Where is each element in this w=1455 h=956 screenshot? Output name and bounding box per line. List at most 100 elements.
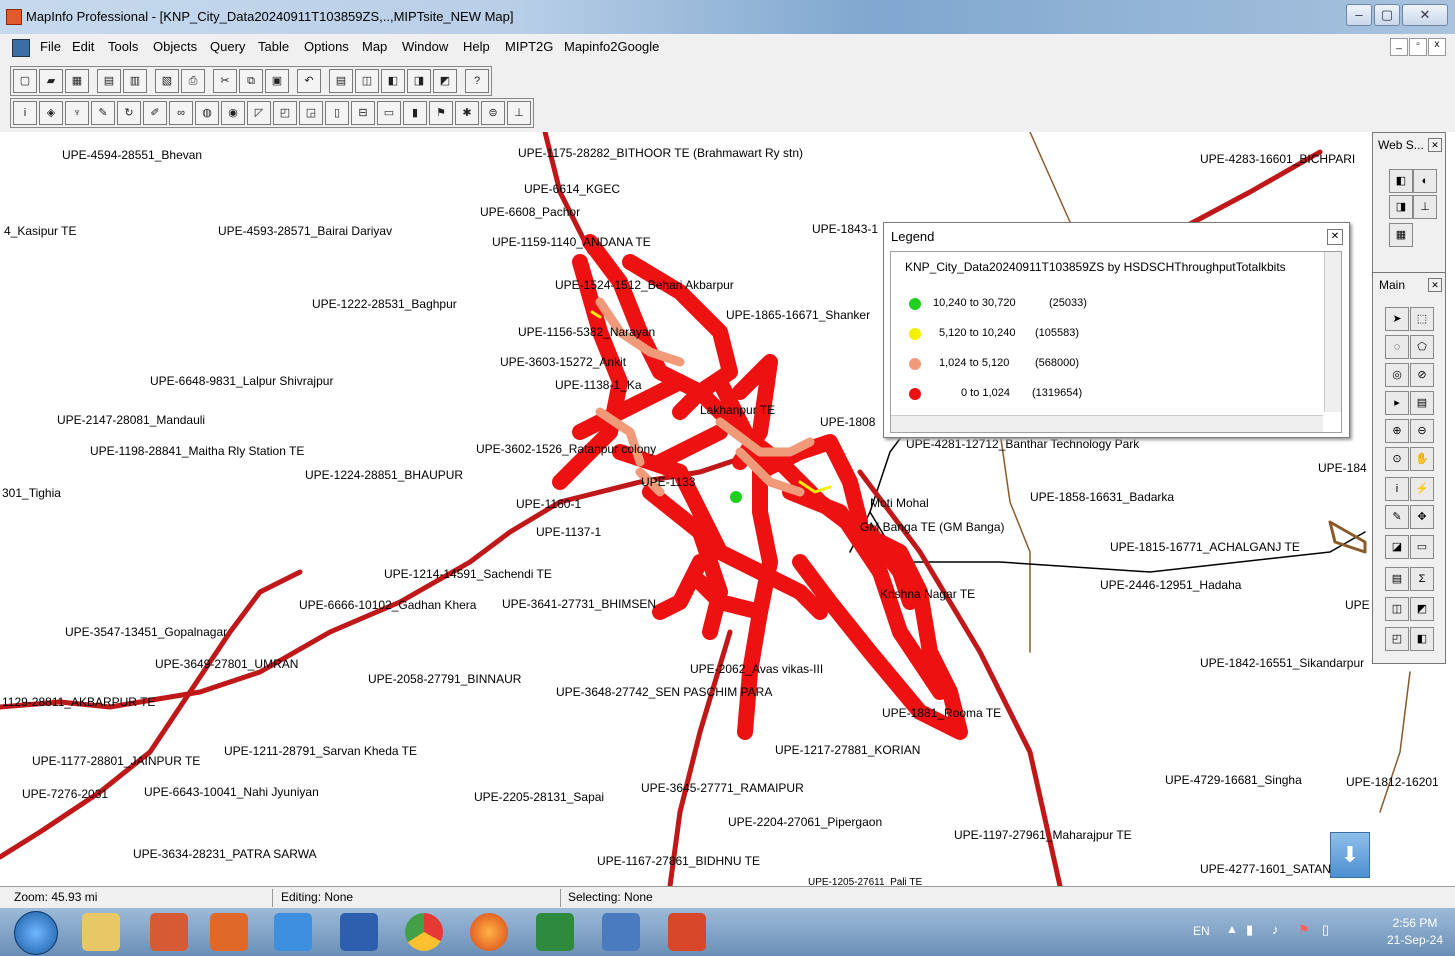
unselect-icon[interactable]: ⊘ [1410,363,1434,387]
volume-icon[interactable]: ♪ [1272,922,1279,937]
link-tool-icon[interactable]: ∞ [169,101,193,125]
layer-tool-icon[interactable]: ◈ [39,101,63,125]
network-tool-icon[interactable] [602,913,640,951]
grabber-hand-icon[interactable]: ✋ [1410,447,1434,471]
editing-status[interactable]: Editing: None [281,890,353,906]
redistrict-icon[interactable]: ◩ [433,69,457,93]
web-grid-icon[interactable]: ▦ [1389,223,1413,247]
layer-control-icon[interactable]: ◪ [1385,535,1409,559]
earth-tool-icon[interactable]: ◉ [221,101,245,125]
new-browser-icon[interactable]: ▤ [329,69,353,93]
menu-file[interactable]: File [40,39,61,54]
antenna-tool-icon[interactable]: ♆ [65,101,89,125]
open-table-icon[interactable]: ▦ [65,69,89,93]
menu-window[interactable]: Window [402,39,448,54]
cut-icon[interactable]: ✂ [213,69,237,93]
drag-window-icon[interactable]: ◰ [1385,627,1409,651]
ruler-icon[interactable]: ▭ [1410,535,1434,559]
boundary-select-icon[interactable]: ◎ [1385,363,1409,387]
mapinfo-taskbar-icon[interactable] [150,913,188,951]
copy-icon[interactable]: ⧉ [239,69,263,93]
new-grapher-icon[interactable]: ◧ [381,69,405,93]
new-layout-icon[interactable]: ◨ [407,69,431,93]
menu-mipt2g[interactable]: MIPT2G [505,39,553,54]
info-tool-icon[interactable]: i [13,101,37,125]
save-workspace-icon[interactable]: ▥ [123,69,147,93]
excel-icon[interactable] [536,913,574,951]
invert-select-icon[interactable]: ▸ [1385,391,1409,415]
zoom-out-icon[interactable]: ⊖ [1410,419,1434,443]
globe-tool-icon[interactable]: ◍ [195,101,219,125]
firefox-icon[interactable] [470,913,508,951]
menu-map[interactable]: Map [362,39,387,54]
powerpoint-icon[interactable] [668,913,706,951]
set-clip-icon[interactable]: ◩ [1410,597,1434,621]
statistics-icon[interactable]: Σ [1410,567,1434,591]
zoom-in-icon[interactable]: ⊕ [1385,419,1409,443]
car-tool-icon[interactable]: ⊜ [481,101,505,125]
drive-test-icon[interactable]: ⚑ [429,101,453,125]
open-folder-icon[interactable]: ▰ [39,69,63,93]
scroll-down-icon[interactable]: ⬇ [1330,832,1370,878]
menu-query[interactable]: Query [210,39,245,54]
document-icon[interactable] [12,39,30,57]
menu-mapinfo2google[interactable]: Mapinfo2Google [564,39,659,54]
box-tool-icon[interactable]: ▭ [377,101,401,125]
web-tower-icon[interactable]: ⊥ [1413,195,1437,219]
radius-select-icon[interactable]: ◌ [1385,335,1409,359]
print-icon[interactable]: ⎙ [181,69,205,93]
doc-minimize-button[interactable]: _ [1390,38,1408,56]
edit-tool-icon[interactable]: ◸ [247,101,271,125]
minimize-button[interactable]: – [1346,4,1372,26]
page-tool-icon[interactable]: ▯ [325,101,349,125]
frame-tool-icon[interactable]: ◲ [299,101,323,125]
tower-tool-icon[interactable]: ⊥ [507,101,531,125]
show-hidden-icons[interactable]: ▲ [1226,922,1238,936]
undo-icon[interactable]: ↶ [297,69,321,93]
doc-close-button[interactable]: x [1428,38,1446,56]
drag-map-icon[interactable]: ✥ [1410,505,1434,529]
doc-restore-button[interactable]: ▫ [1409,38,1427,56]
legend-window[interactable]: Legend ✕ KNP_City_Data20240911T103859ZS … [883,222,1350,438]
info-icon[interactable]: i [1385,477,1409,501]
palette-close-icon[interactable]: ✕ [1428,278,1442,292]
language-indicator[interactable]: EN [1193,924,1210,938]
internet-explorer-icon[interactable] [274,913,312,951]
power-icon[interactable]: ▯ [1322,922,1329,938]
web-map-icon[interactable]: ◧ [1389,169,1413,193]
legend-hscrollbar[interactable] [891,415,1323,432]
close-button[interactable]: ✕ [1402,4,1448,26]
printer-tool-icon[interactable]: ⊟ [351,101,375,125]
menu-help[interactable]: Help [463,39,490,54]
window-tool-icon[interactable]: ◰ [273,101,297,125]
new-mapper-icon[interactable]: ◫ [355,69,379,93]
menu-objects[interactable]: Objects [153,39,197,54]
start-button-icon[interactable] [14,911,58,955]
network-icon[interactable]: ▮ [1246,922,1253,938]
save-icon[interactable]: ▤ [97,69,121,93]
hotlink-icon[interactable]: ⚡ [1410,477,1434,501]
menu-table[interactable]: Table [258,39,289,54]
rotate-tool-icon[interactable]: ↻ [117,101,141,125]
clip-region-icon[interactable]: ◫ [1385,597,1409,621]
word-icon[interactable] [340,913,378,951]
web-globe-icon[interactable]: ◐ [1413,169,1437,193]
selecting-status[interactable]: Selecting: None [568,890,653,906]
graph-select-icon[interactable]: ▤ [1410,391,1434,415]
web-feature-icon[interactable]: ◨ [1389,195,1413,219]
outlook-icon[interactable] [210,913,248,951]
print-preview-icon[interactable]: ▧ [155,69,179,93]
pen-tool-icon[interactable]: ✐ [143,101,167,125]
system-clock[interactable]: 2:56 PM 21-Sep-24 [1387,916,1443,947]
zoom-status[interactable]: Zoom: 45.93 mi [14,890,97,906]
marquee-select-icon[interactable]: ⬚ [1410,307,1434,331]
new-file-icon[interactable]: ▢ [13,69,37,93]
legend-icon[interactable]: ▤ [1385,567,1409,591]
file-explorer-icon[interactable] [82,913,120,951]
menu-options[interactable]: Options [304,39,349,54]
draw-tool-icon[interactable]: ✎ [91,101,115,125]
legend-close-icon[interactable]: ✕ [1327,229,1343,245]
action-center-icon[interactable]: ⚑ [1298,922,1310,938]
polygon-select-icon[interactable]: ⬠ [1410,335,1434,359]
menu-tools[interactable]: Tools [108,39,138,54]
